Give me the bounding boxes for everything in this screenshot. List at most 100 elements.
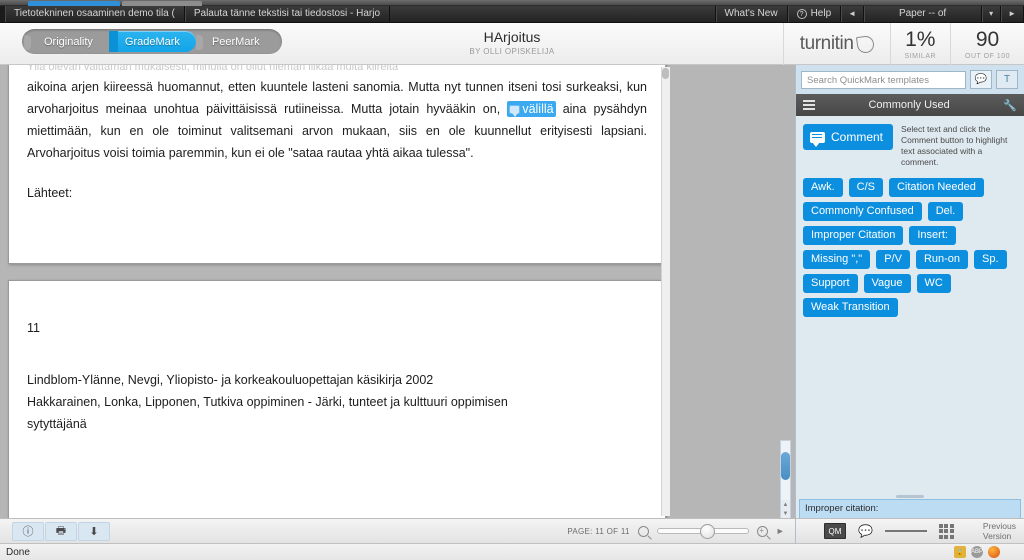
comment-button[interactable]: Comment — [803, 124, 894, 150]
adblock-icon[interactable]: ABP — [971, 546, 983, 558]
tab-peermark[interactable]: PeerMark — [195, 31, 280, 52]
quickmark-set-title: Commonly Used — [868, 99, 950, 111]
print-icon-glyph: 🖶 — [55, 524, 67, 537]
zoom-slider[interactable] — [656, 524, 749, 539]
tab-grademark-label: GradeMark — [124, 35, 180, 48]
panel-splitter-grip[interactable] — [896, 495, 924, 498]
page-10-heading: Lähteet: — [27, 186, 73, 200]
comment-button-label: Comment — [831, 130, 884, 144]
quickmark-tag[interactable]: Improper Citation — [803, 226, 904, 245]
search-input[interactable]: Search QuickMark templates — [801, 70, 966, 89]
chevron-left-icon: ◄ — [848, 9, 857, 18]
expand-panel-arrow[interactable]: ► — [776, 526, 785, 536]
assignment-tab-2[interactable]: Palauta tänne tekstisi tai tiedostosi - … — [185, 6, 391, 22]
page-11-number: 11 — [27, 321, 40, 335]
lines-icon[interactable] — [884, 527, 927, 535]
quickmark-tag[interactable]: Awk. — [803, 178, 843, 197]
whats-new-button[interactable]: What's New — [716, 6, 788, 22]
quickmark-tag[interactable]: Weak Transition — [803, 298, 898, 317]
quickmark-tag[interactable]: Del. — [927, 202, 964, 221]
tab-originality[interactable]: Originality — [24, 31, 109, 52]
document-page-10[interactable]: Yllä olevan väittämän mukaisesti, minull… — [8, 65, 666, 264]
zoom-in-icon[interactable]: + — [756, 525, 768, 537]
next-paper-button[interactable]: ► — [1001, 6, 1024, 22]
viewer-tool-buttons: ⓘ 🖶 ⬇ — [12, 521, 111, 541]
assignment-tab-1[interactable]: Tietotekninen osaaminen demo tila ( — [5, 6, 185, 22]
download-icon-glyph: ⬇ — [89, 525, 99, 538]
similarity-value: 1% — [905, 27, 936, 51]
page-10-faded-line: Yllä olevan väittämän mukaisesti, minull… — [27, 65, 399, 73]
info-scroll-down-arrow[interactable]: ▼ — [781, 509, 790, 518]
lock-icon[interactable]: 🔒 — [954, 546, 966, 558]
document-viewer[interactable]: Yllä olevan väittämän mukaisesti, minull… — [0, 65, 795, 518]
quickmark-tag[interactable]: Insert: — [909, 226, 956, 245]
page-10-body: Yllä olevan väittämän mukaisesti, minull… — [9, 65, 665, 204]
viewer-scrollbar[interactable] — [661, 67, 670, 516]
zoom-slider-knob[interactable] — [699, 524, 715, 539]
quickmark-tag[interactable]: Support — [803, 274, 858, 293]
previous-paper-button[interactable]: ◄ — [841, 6, 865, 22]
chevron-down-icon: ▾ — [989, 9, 994, 18]
header-metrics: turnitin 1% SIMILAR 90 OUT OF 100 — [782, 23, 1024, 65]
zoom-out-icon[interactable] — [637, 525, 649, 537]
info-scroll-up-arrow[interactable]: ▲ — [781, 500, 790, 509]
turnitin-grademark-window: Tietotekninen osaaminen demo tila ( Pala… — [0, 0, 1024, 560]
comment-bubble-icon — [810, 131, 825, 147]
document-page-11[interactable]: 11 Lindblom-Ylänne, Nevgi, Yliopisto- ja… — [8, 280, 666, 518]
viewer-scrollbar-thumb[interactable] — [662, 68, 669, 79]
turnitin-wordmark: turnitin — [800, 33, 875, 55]
quickmark-tag[interactable]: WC — [916, 274, 951, 293]
text-mode-icon[interactable]: T — [996, 70, 1018, 89]
page-10-paragraph: aikoina arjen kiireessä huomannut, etten… — [27, 76, 647, 164]
wrench-icon[interactable]: 🔧 — [1003, 99, 1017, 112]
reference-1: Lindblom-Ylänne, Nevgi, Yliopisto- ja ko… — [27, 373, 434, 387]
page-indicator: PAGE: 11 OF 11 — [567, 526, 630, 536]
status-bar-icons: 🔒 ABP — [954, 546, 1018, 558]
turnitin-logo: turnitin — [782, 23, 890, 65]
quickmark-tag-list: Awk. C/S Citation Needed Commonly Confused D… — [796, 172, 1024, 323]
tab-originality-notch — [24, 35, 31, 50]
quickmark-tag[interactable]: C/S — [848, 178, 883, 197]
quickmark-tag[interactable]: Citation Needed — [888, 178, 984, 197]
quickmark-tag[interactable]: Missing "," — [803, 250, 871, 269]
reference-2: Hakkarainen, Lonka, Lipponen, Tutkiva op… — [27, 395, 508, 409]
quickmark-highlight-text: välillä — [522, 102, 554, 116]
rubric-grid-icon[interactable] — [938, 523, 954, 539]
comment-bubble-icon — [509, 105, 521, 118]
quickmark-tag[interactable]: Vague — [863, 274, 911, 293]
assignment-tab-2-label: Palauta tänne tekstisi tai tiedostosi - … — [193, 8, 381, 19]
grade-score[interactable]: 90 OUT OF 100 — [950, 23, 1024, 65]
previous-version-button[interactable]: Previous Version — [983, 521, 1024, 541]
quickmark-search-row: Search QuickMark templates 💬 T — [796, 65, 1024, 94]
turnitin-top-nav: Tietotekninen osaaminen demo tila ( Pala… — [0, 6, 1024, 23]
download-icon[interactable]: ⬇ — [78, 521, 110, 541]
list-icon[interactable] — [803, 98, 815, 112]
help-label: Help — [810, 8, 832, 19]
firefox-icon[interactable] — [988, 546, 1000, 558]
paper-selector-dropdown[interactable]: ▾ — [982, 6, 1002, 22]
quickmark-badge-button[interactable]: QM — [824, 523, 846, 539]
similarity-score[interactable]: 1% SIMILAR — [889, 23, 951, 65]
info-icon[interactable]: ⓘ — [12, 521, 44, 541]
view-mode-tabs: Originality GradeMark PeerMark — [22, 29, 282, 54]
tab-grademark-notch — [108, 31, 118, 52]
comment-icon[interactable]: 💬 — [970, 70, 992, 89]
quickmark-panel: Search QuickMark templates 💬 T Commonly … — [795, 65, 1024, 560]
help-button[interactable]: ? Help — [788, 6, 842, 22]
nav-right-group: What's New ? Help ◄ Paper -- of ▾ ► — [716, 6, 1024, 22]
question-circle-icon: ? — [796, 9, 807, 19]
quickmark-tag[interactable]: Commonly Confused — [803, 202, 922, 221]
quickmark-tag[interactable]: Run-on — [915, 250, 969, 269]
paper-selector[interactable]: Paper -- of — [864, 6, 983, 22]
quickmark-hint-text: Select text and click the Comment button… — [901, 124, 1008, 167]
quickmark-tag[interactable]: P/V — [876, 250, 910, 269]
chevron-right-icon: ► — [1008, 9, 1016, 18]
info-scrollbar-thumb[interactable] — [781, 452, 790, 480]
quickmark-tag[interactable]: Sp. — [974, 250, 1007, 269]
print-icon[interactable]: 🖶 — [45, 521, 77, 541]
info-icon-glyph: ⓘ — [22, 526, 34, 538]
comment-icon[interactable]: 💬 — [858, 524, 873, 538]
info-title: Improper citation: — [805, 503, 879, 514]
tab-grademark[interactable]: GradeMark — [108, 31, 196, 52]
quickmark-highlight[interactable]: välillä — [507, 101, 556, 118]
